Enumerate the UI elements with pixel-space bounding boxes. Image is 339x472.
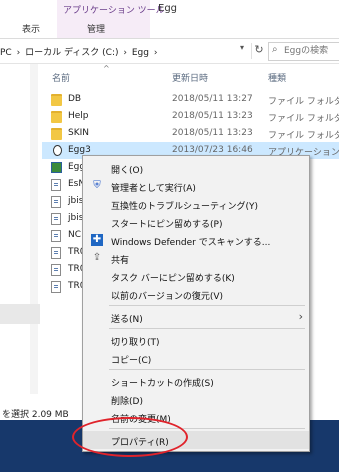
breadcrumb-local-disk[interactable]: ローカル ディスク (C:) — [25, 48, 118, 58]
file-type: ファイル フォルダー — [268, 114, 339, 124]
menu-item-label: 開く(O) — [111, 166, 144, 176]
menu-item-defender-scan[interactable]: ✚ Windows Defender でスキャンする... — [83, 231, 309, 249]
app-tools-context-tab[interactable]: アプリケーション ツール 管理 — [57, 0, 165, 38]
file-row[interactable]: Help 2018/05/11 13:23 ファイル フォルダー — [42, 108, 339, 125]
tab-manage[interactable]: 管理 — [87, 22, 105, 35]
menu-item-label: 名前の変更(M) — [111, 415, 171, 425]
folder-icon — [51, 94, 62, 106]
menu-item-properties[interactable]: プロパティ(R) — [83, 431, 309, 449]
context-group-title: アプリケーション ツール — [63, 6, 165, 16]
file-name: SKIN — [68, 128, 90, 138]
breadcrumb[interactable]: PC › ローカル ディスク (C:) › Egg › — [0, 45, 159, 58]
share-icon: ⇪ — [92, 252, 102, 263]
menu-item-label: 以前のバージョンの復元(V) — [111, 292, 223, 302]
menu-separator — [109, 369, 305, 370]
chevron-right-icon: › — [298, 310, 303, 323]
menu-item-run-as-admin[interactable]: ⛨ 管理者として実行(A) — [83, 177, 309, 195]
tab-view[interactable]: 表示 — [22, 22, 40, 35]
document-icon — [51, 179, 61, 191]
menu-item-send-to[interactable]: 送る(N) › — [83, 308, 309, 326]
column-name[interactable]: 名前 — [52, 71, 70, 84]
document-icon — [51, 213, 61, 225]
menu-item-label: Windows Defender でスキャンする... — [111, 238, 271, 248]
folder-icon — [51, 128, 62, 140]
menu-item-label: 切り取り(T) — [111, 338, 160, 348]
menu-item-copy[interactable]: コピー(C) — [83, 349, 309, 367]
file-type: ファイル フォルダー — [268, 131, 339, 141]
menu-item-label: コピー(C) — [111, 356, 152, 366]
folder-icon — [51, 111, 62, 123]
file-name: DB — [68, 94, 82, 104]
menu-item-label: 互換性のトラブルシューティング(Y) — [111, 202, 258, 212]
breadcrumb-separator[interactable]: › — [123, 48, 127, 58]
document-icon — [51, 264, 61, 276]
menu-item-cut[interactable]: 切り取り(T) — [83, 331, 309, 349]
status-text: を選択 2.09 MB — [2, 410, 69, 420]
menu-item-rename[interactable]: 名前の変更(M) — [83, 408, 309, 426]
address-bar[interactable]: PC › ローカル ディスク (C:) › Egg › ▾ ↻ ⌕ — [0, 39, 339, 64]
menu-separator — [109, 305, 305, 306]
menu-item-label: 削除(D) — [111, 397, 143, 407]
menu-item-restore-previous[interactable]: 以前のバージョンの復元(V) — [83, 285, 309, 303]
menu-item-label: スタートにピン留めする(P) — [111, 220, 223, 230]
menu-item-label: 送る(N) — [111, 315, 143, 325]
document-icon — [51, 247, 61, 259]
document-icon — [51, 196, 61, 208]
column-header: ^ 名前 更新日時 種類 — [40, 64, 339, 86]
ribbon-tabs: 表示 アプリケーション ツール 管理 Egg — [0, 0, 339, 39]
menu-item-pin-to-start[interactable]: スタートにピン留めする(P) — [83, 213, 309, 231]
chevron-down-icon[interactable]: ▾ — [236, 43, 248, 59]
file-row[interactable]: DB 2018/05/11 13:27 ファイル フォルダー — [42, 91, 339, 108]
search-icon: ⌕ — [272, 44, 278, 55]
refresh-icon[interactable]: ↻ — [251, 43, 266, 59]
shield-icon: ⛨ — [93, 180, 101, 191]
navigation-pane[interactable] — [0, 64, 40, 404]
defender-icon: ✚ — [91, 234, 103, 246]
menu-separator — [109, 428, 305, 429]
menu-item-label: タスク バーにピン留めする(K) — [111, 274, 235, 284]
file-date: 2013/07/23 16:46 — [172, 145, 253, 155]
column-modified[interactable]: 更新日時 — [172, 71, 208, 84]
file-date: 2018/05/11 13:23 — [172, 111, 253, 121]
sort-up-icon: ^ — [103, 64, 110, 73]
file-row[interactable]: SKIN 2018/05/11 13:23 ファイル フォルダー — [42, 125, 339, 142]
file-type: ファイル フォルダー — [268, 97, 339, 107]
breadcrumb-separator[interactable]: › — [154, 48, 158, 58]
menu-item-share[interactable]: ⇪ 共有 — [83, 249, 309, 267]
menu-item-troubleshoot-compat[interactable]: 互換性のトラブルシューティング(Y) — [83, 195, 309, 213]
file-date: 2018/05/11 13:23 — [172, 128, 253, 138]
document-icon — [51, 281, 61, 293]
search-box[interactable]: ⌕ — [268, 42, 339, 61]
file-name: Egg3 — [68, 145, 91, 155]
menu-item-create-shortcut[interactable]: ショートカットの作成(S) — [83, 372, 309, 390]
menu-item-label: ショートカットの作成(S) — [111, 379, 214, 389]
breadcrumb-separator[interactable]: › — [17, 48, 21, 58]
nav-selected-item[interactable] — [0, 304, 40, 324]
menu-item-open[interactable]: 開く(O) — [83, 159, 309, 177]
document-icon — [51, 230, 61, 242]
menu-item-pin-to-taskbar[interactable]: タスク バーにピン留めする(K) — [83, 267, 309, 285]
nav-scrollbar[interactable] — [30, 64, 38, 394]
menu-item-label: 管理者として実行(A) — [111, 184, 196, 194]
search-input[interactable] — [284, 44, 336, 57]
menu-separator — [109, 328, 305, 329]
column-type[interactable]: 種類 — [268, 71, 286, 84]
menu-item-delete[interactable]: 削除(D) — [83, 390, 309, 408]
exe-icon — [53, 145, 62, 156]
app-icon — [51, 162, 62, 173]
file-date: 2018/05/11 13:27 — [172, 94, 253, 104]
file-name: NC — [68, 230, 82, 240]
menu-item-label: プロパティ(R) — [111, 438, 169, 448]
breadcrumb-pc[interactable]: PC — [0, 48, 12, 58]
context-menu[interactable]: 開く(O) ⛨ 管理者として実行(A) 互換性のトラブルシューティング(Y) ス… — [82, 155, 310, 452]
window-title: Egg — [158, 3, 178, 14]
menu-item-label: 共有 — [111, 256, 130, 266]
breadcrumb-egg[interactable]: Egg — [132, 48, 149, 58]
file-name: Help — [68, 111, 89, 121]
